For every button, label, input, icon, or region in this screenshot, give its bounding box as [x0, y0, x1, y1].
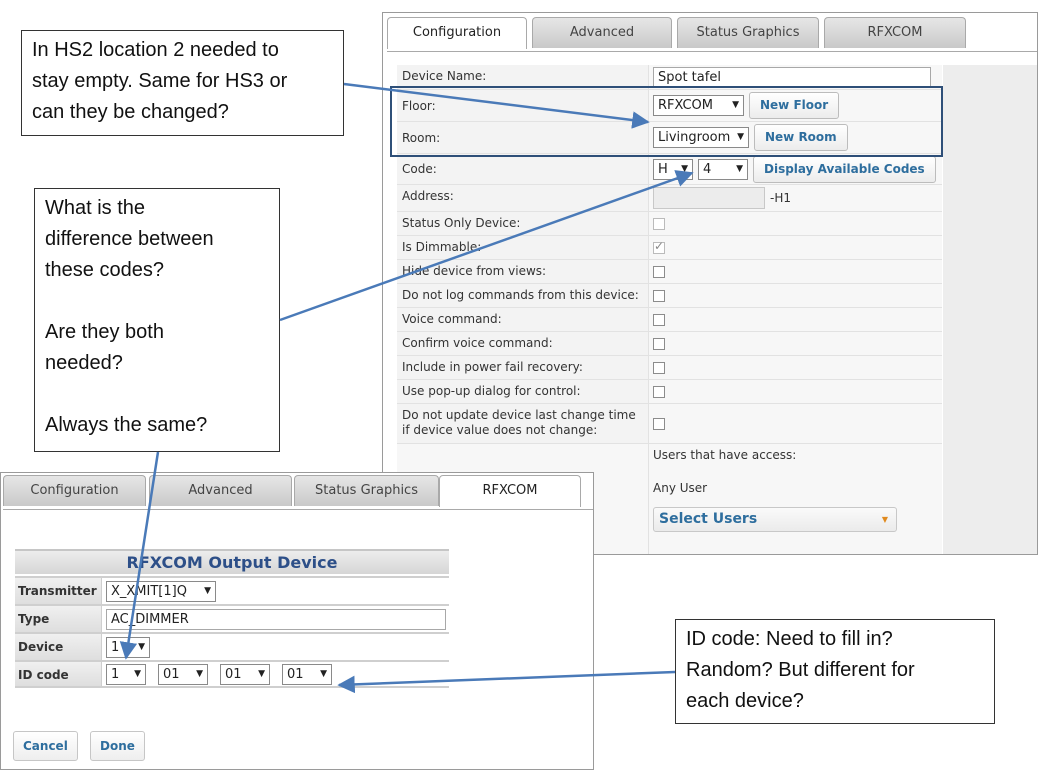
tab-rfxcom[interactable]: RFXCOM	[824, 17, 966, 48]
rfx-tab-advanced[interactable]: Advanced	[149, 475, 292, 506]
option-label: Status Only Device:	[397, 212, 649, 235]
no-update-checkbox[interactable]	[653, 417, 665, 430]
id-code-select-2[interactable]: 01	[158, 663, 208, 685]
confirm-voice-row: Confirm voice command:	[397, 332, 942, 356]
device-code-row: Device Code 1	[15, 632, 449, 680]
rfxcom-window: Configuration Advanced Status Graphics R…	[0, 472, 594, 770]
hide-device-row: Hide device from views:	[397, 260, 942, 284]
rfx-tab-bar: Configuration Advanced Status Graphics R…	[3, 475, 593, 510]
callout-hs2-location: In HS2 location 2 needed to stay empty. …	[21, 30, 344, 136]
house-code-select[interactable]: H	[653, 158, 693, 180]
callout-codes-question: What is the difference between these cod…	[34, 188, 280, 452]
id-code-row: ID code 1 01 01 01	[15, 660, 449, 688]
transmitter-row: Transmitter X_XMIT[1]Q	[15, 576, 449, 604]
cancel-button[interactable]: Cancel	[13, 731, 78, 761]
id-code-select-3[interactable]: 01	[220, 663, 270, 685]
type-input[interactable]: AC_DIMMER	[106, 608, 446, 630]
config-tab-bar: Configuration Advanced Status Graphics R…	[387, 17, 1037, 52]
option-label: Use pop-up dialog for control:	[397, 380, 649, 403]
is-dimmable-checkbox[interactable]	[653, 239, 665, 254]
option-label: Do not update device last change time if…	[397, 404, 649, 443]
device-code-select[interactable]: 1	[106, 636, 150, 658]
users-access-label: Users that have access:	[653, 448, 797, 462]
checkbox-options: Status Only Device: Is Dimmable: Hide de…	[397, 212, 942, 444]
popup-dialog-checkbox[interactable]	[653, 385, 665, 398]
option-label: Include in power fail recovery:	[397, 356, 649, 379]
tab-divider	[387, 51, 1037, 52]
done-button[interactable]: Done	[90, 731, 145, 761]
tab-configuration[interactable]: Configuration	[387, 17, 527, 49]
device-code-label: Device Code	[15, 634, 102, 680]
power-fail-row: Include in power fail recovery:	[397, 356, 942, 380]
status-only-checkbox[interactable]	[653, 217, 665, 230]
id-code-select-4[interactable]: 01	[282, 663, 332, 685]
address-label: Address:	[397, 185, 649, 211]
transmitter-select[interactable]: X_XMIT[1]Q	[106, 580, 216, 602]
voice-command-checkbox[interactable]	[653, 313, 665, 326]
rfx-settings-grid: Transmitter X_XMIT[1]Q Type AC_DIMMER De…	[15, 576, 449, 688]
rfx-tab-configuration[interactable]: Configuration	[3, 475, 146, 506]
voice-command-row: Voice command:	[397, 308, 942, 332]
do-not-log-row: Do not log commands from this device:	[397, 284, 942, 308]
option-label: Voice command:	[397, 308, 649, 331]
tab-status-graphics[interactable]: Status Graphics	[677, 17, 819, 48]
power-fail-checkbox[interactable]	[653, 361, 665, 374]
confirm-voice-checkbox[interactable]	[653, 337, 665, 350]
rfx-tab-status-graphics[interactable]: Status Graphics	[294, 475, 439, 506]
transmitter-label: Transmitter	[15, 578, 102, 604]
rfx-tab-divider	[3, 509, 593, 510]
option-label: Do not log commands from this device:	[397, 284, 649, 307]
device-name-input[interactable]: Spot tafel	[653, 66, 931, 88]
id-code-label: ID code	[15, 662, 102, 686]
display-available-codes-button[interactable]: Display Available Codes	[753, 155, 936, 183]
type-label: Type	[15, 606, 102, 632]
select-users-dropdown[interactable]: Select Users	[653, 507, 897, 532]
callout-id-code: ID code: Need to fill in? Random? But di…	[675, 619, 995, 724]
type-row: Type AC_DIMMER	[15, 604, 449, 632]
no-update-row: Do not update device last change time if…	[397, 404, 942, 444]
address-input[interactable]	[653, 187, 765, 209]
right-side-panel	[943, 65, 1037, 554]
id-code-select-1[interactable]: 1	[106, 663, 146, 685]
option-label: Hide device from views:	[397, 260, 649, 283]
address-suffix: -H1	[770, 191, 791, 205]
floor-room-highlight-box	[390, 86, 943, 157]
is-dimmable-row: Is Dimmable:	[397, 236, 942, 260]
any-user-label: Any User	[653, 481, 708, 495]
code-row: Code: H 4 Display Available Codes	[397, 154, 942, 185]
hide-device-checkbox[interactable]	[653, 265, 665, 278]
rfx-tab-rfxcom[interactable]: RFXCOM	[439, 475, 581, 507]
tab-advanced[interactable]: Advanced	[532, 17, 672, 48]
popup-dialog-row: Use pop-up dialog for control:	[397, 380, 942, 404]
option-label: Is Dimmable:	[397, 236, 649, 259]
code-label: Code:	[397, 154, 649, 184]
option-label: Confirm voice command:	[397, 332, 649, 355]
do-not-log-checkbox[interactable]	[653, 289, 665, 302]
address-row: Address: -H1	[397, 185, 942, 212]
rfxcom-output-device-title: RFXCOM Output Device	[15, 549, 449, 574]
unit-code-select[interactable]: 4	[698, 158, 748, 180]
status-only-row: Status Only Device:	[397, 212, 942, 236]
